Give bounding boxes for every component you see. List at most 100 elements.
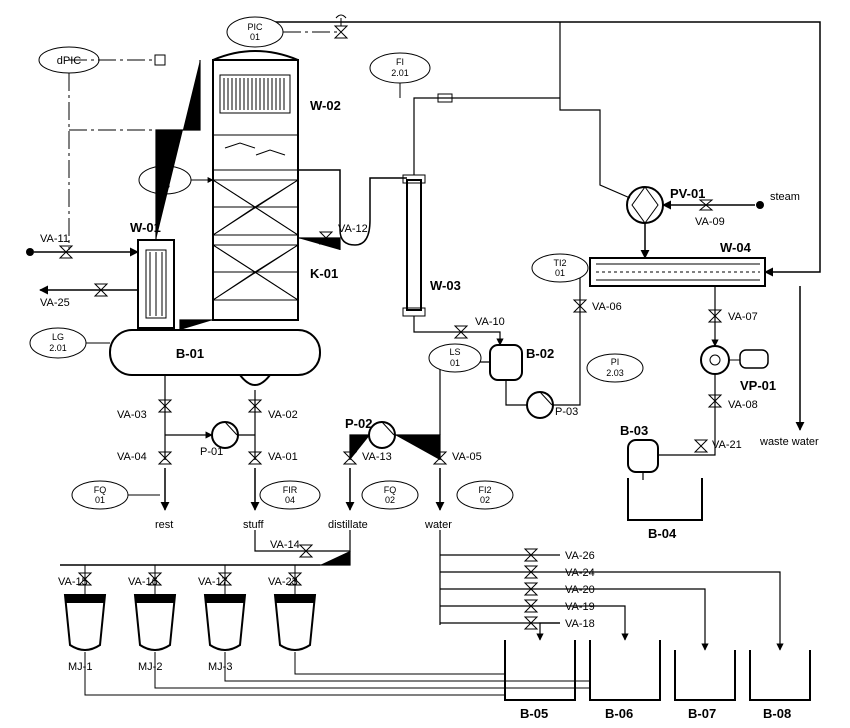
svg-text:02: 02 <box>385 495 395 505</box>
pid-diagram: W-02 K-01 B-01 W-01 W-03 W-04 PV-01 stea… <box>0 0 850 728</box>
svg-text:01: 01 <box>250 32 260 42</box>
mixer-MJ1 <box>65 595 105 650</box>
instrument-FI202: FI2 02 <box>457 481 513 509</box>
vessel-B03 <box>628 440 658 472</box>
instrument-FIR04: FIR 04 <box>260 481 320 509</box>
label-VA12: VA-12 <box>338 223 368 235</box>
label-VA10: VA-10 <box>475 316 505 328</box>
svg-text:FQ: FQ <box>384 485 397 495</box>
label-VA04: VA-04 <box>117 451 147 463</box>
svg-text:PIC: PIC <box>247 22 263 32</box>
svg-text:FI2: FI2 <box>478 485 491 495</box>
label-distillate: distillate <box>328 519 368 531</box>
tank-B04 <box>628 478 702 520</box>
exchanger-W01 <box>138 240 174 328</box>
column-K01 <box>213 51 298 320</box>
label-VP01: VP-01 <box>740 378 776 393</box>
label-PV01: PV-01 <box>670 186 705 201</box>
label-waste: waste water <box>759 436 819 448</box>
svg-text:FI: FI <box>396 57 404 67</box>
instrument-LS01: LS 01 <box>429 344 481 372</box>
instrument-PI203: PI 2.03 <box>587 354 643 382</box>
label-VA01: VA-01 <box>268 451 298 463</box>
svg-text:LG: LG <box>52 332 64 342</box>
label-VA02: VA-02 <box>268 409 298 421</box>
svg-text:PI: PI <box>611 357 620 367</box>
label-VA25: VA-25 <box>40 297 70 309</box>
instrument-TI201: TI2 01 <box>532 254 588 282</box>
label-water: water <box>424 519 452 531</box>
label-VA14: VA-14 <box>270 539 300 551</box>
label-B05: B-05 <box>520 706 548 721</box>
label-VA18: VA-18 <box>565 618 595 630</box>
svg-text:FQ: FQ <box>94 485 107 495</box>
svg-text:dPIC: dPIC <box>57 55 82 67</box>
label-P03: P-03 <box>555 406 578 418</box>
mixer-MJ2 <box>135 595 175 650</box>
label-VA26: VA-26 <box>565 550 595 562</box>
pump-P02 <box>369 422 395 448</box>
label-VA05: VA-05 <box>452 451 482 463</box>
label-W04: W-04 <box>720 240 752 255</box>
instrument-FI201: FI 2.01 <box>370 53 430 83</box>
label-steam: steam <box>770 191 800 203</box>
label-VA19: VA-19 <box>565 601 595 613</box>
label-VA09: VA-09 <box>695 216 725 228</box>
label-stuff: stuff <box>243 519 265 531</box>
label-B06: B-06 <box>605 706 633 721</box>
label-W02: W-02 <box>310 98 341 113</box>
instrument-FQ02: FQ 02 <box>362 481 418 509</box>
svg-text:LS: LS <box>449 347 460 357</box>
svg-text:TI2: TI2 <box>553 258 566 268</box>
vessel-B02 <box>490 345 522 380</box>
label-VA03: VA-03 <box>117 409 147 421</box>
pump-P01 <box>212 422 238 448</box>
svg-text:01: 01 <box>95 495 105 505</box>
label-VA13: VA-13 <box>362 451 392 463</box>
label-MJ2: MJ-2 <box>138 661 162 673</box>
svg-text:01: 01 <box>450 358 460 368</box>
svg-text:FIR: FIR <box>283 485 298 495</box>
valve-VA21 <box>695 440 707 452</box>
label-B08: B-08 <box>763 706 791 721</box>
label-VA24: VA-24 <box>565 567 595 579</box>
mixer-MJ3 <box>205 595 245 650</box>
label-B03: B-03 <box>620 423 648 438</box>
label-rest: rest <box>155 519 173 531</box>
instrument-LG201: LG 2.01 <box>30 328 86 358</box>
vessel-B01 <box>110 330 320 385</box>
instrument-FQ01: FQ 01 <box>72 481 128 509</box>
label-VA21: VA-21 <box>712 439 742 451</box>
label-B02: B-02 <box>526 346 554 361</box>
exchanger-W03 <box>403 175 425 316</box>
label-VA07: VA-07 <box>728 311 758 323</box>
label-VA16: VA-16 <box>128 576 158 588</box>
label-VA23: VA-23 <box>268 576 298 588</box>
label-MJ3: MJ-3 <box>208 661 232 673</box>
svg-text:2.01: 2.01 <box>391 68 409 78</box>
label-VA17: VA-17 <box>198 576 228 588</box>
svg-text:2.03: 2.03 <box>606 368 624 378</box>
label-VA08: VA-08 <box>728 399 758 411</box>
tank-B06 <box>590 640 660 700</box>
instrument-PIC01: PIC 01 <box>227 17 283 47</box>
svg-text:2.01: 2.01 <box>49 343 67 353</box>
compressor-PV01 <box>627 187 663 223</box>
label-B01: B-01 <box>176 346 204 361</box>
label-P02: P-02 <box>345 416 372 431</box>
tank-B05 <box>505 640 575 700</box>
svg-text:02: 02 <box>480 495 490 505</box>
pump-P03 <box>527 392 553 418</box>
label-P01: P-01 <box>200 446 223 458</box>
label-VA06: VA-06 <box>592 301 622 313</box>
tank-B08 <box>750 650 810 700</box>
label-K01: K-01 <box>310 266 338 281</box>
label-W03: W-03 <box>430 278 461 293</box>
label-B04: B-04 <box>648 526 677 541</box>
mixer-extra <box>275 595 315 650</box>
tank-B07 <box>675 650 735 700</box>
label-VA11: VA-11 <box>40 233 69 245</box>
label-B07: B-07 <box>688 706 716 721</box>
control-valve-top <box>335 15 347 38</box>
svg-text:01: 01 <box>555 268 565 278</box>
